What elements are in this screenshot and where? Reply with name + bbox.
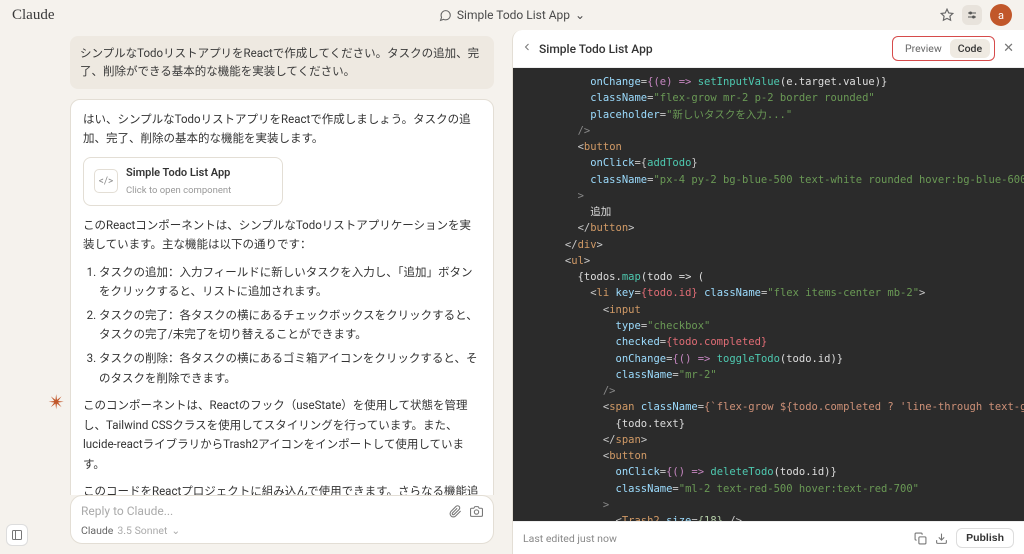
assistant-para2: このコンポーネントは、Reactのフック（useState）を使用して状態を管理…: [83, 396, 481, 474]
assistant-message: はい、シンプルなTodoリストアプリをReactで作成しましょう。タスクの追加、…: [70, 99, 494, 495]
attach-icon[interactable]: [449, 505, 462, 518]
preview-code-tabs: Preview Code: [892, 36, 995, 61]
star-icon[interactable]: [940, 8, 954, 22]
chevron-down-icon[interactable]: ⌄: [171, 524, 180, 537]
assistant-para1: このReactコンポーネントは、シンプルなTodoリストアプリケーションを実装し…: [83, 216, 481, 255]
code-content: onChange={(e) => setInputValue(e.target.…: [527, 74, 1024, 521]
assistant-para3: このコードをReactプロジェクトに組み込んで使用できます。さらなる機能追加や改…: [83, 482, 481, 495]
camera-icon[interactable]: [470, 505, 483, 518]
model-version: 3.5 Sonnet: [117, 524, 167, 537]
chat-icon: [439, 9, 452, 22]
back-button[interactable]: [521, 41, 533, 56]
composer[interactable]: Reply to Claude... Claude 3.5 Sonnet ⌄: [70, 495, 494, 544]
chevron-down-icon: ⌄: [575, 8, 585, 22]
artifact-title: Simple Todo List App: [539, 42, 653, 56]
copy-code-icon[interactable]: [914, 532, 927, 545]
component-title: Simple Todo List App: [126, 164, 231, 183]
brand-logo: Claude: [12, 7, 55, 24]
avatar[interactable]: a: [990, 4, 1012, 26]
component-card[interactable]: </> Simple Todo List App Click to open c…: [83, 157, 283, 206]
download-icon[interactable]: [935, 532, 948, 545]
close-icon[interactable]: ✕: [1003, 41, 1014, 56]
publish-button[interactable]: Publish: [956, 528, 1014, 548]
list-item: タスクの追加：入力フィールドに新しいタスクを入力し、「追加」ボタンをクリックする…: [99, 263, 481, 302]
footer-status: Last edited just now: [523, 532, 617, 545]
code-bracket-icon: </>: [94, 169, 118, 193]
help-button[interactable]: [6, 524, 28, 546]
user-message: シンプルなTodoリストアプリをReactで作成してください。タスクの追加、完了…: [70, 36, 494, 89]
topbar: Claude Simple Todo List App ⌄ a: [0, 0, 1024, 30]
tab-preview[interactable]: Preview: [897, 39, 950, 58]
component-subtitle: Click to open component: [126, 183, 231, 199]
conversation-title[interactable]: Simple Todo List App ⌄: [439, 8, 585, 22]
tab-code[interactable]: Code: [950, 39, 990, 58]
list-item: タスクの削除：各タスクの横にあるゴミ箱アイコンをクリックすると、そのタスクを削除…: [99, 349, 481, 388]
feature-list: タスクの追加：入力フィールドに新しいタスクを入力し、「追加」ボタンをクリックする…: [83, 263, 481, 388]
assistant-intro: はい、シンプルなTodoリストアプリをReactで作成しましょう。タスクの追加、…: [83, 110, 481, 149]
list-item: タスクの完了：各タスクの横にあるチェックボックスをクリックすると、タスクの完了/…: [99, 306, 481, 345]
controls-button[interactable]: [962, 5, 982, 25]
code-viewer[interactable]: onChange={(e) => setInputValue(e.target.…: [513, 68, 1024, 521]
title-text: Simple Todo List App: [457, 8, 570, 22]
model-label: Claude: [81, 524, 113, 537]
starburst-icon: ✴: [48, 390, 65, 414]
artifact-panel: Simple Todo List App Preview Code ✕ onCh…: [512, 30, 1024, 554]
composer-placeholder: Reply to Claude...: [81, 504, 173, 518]
